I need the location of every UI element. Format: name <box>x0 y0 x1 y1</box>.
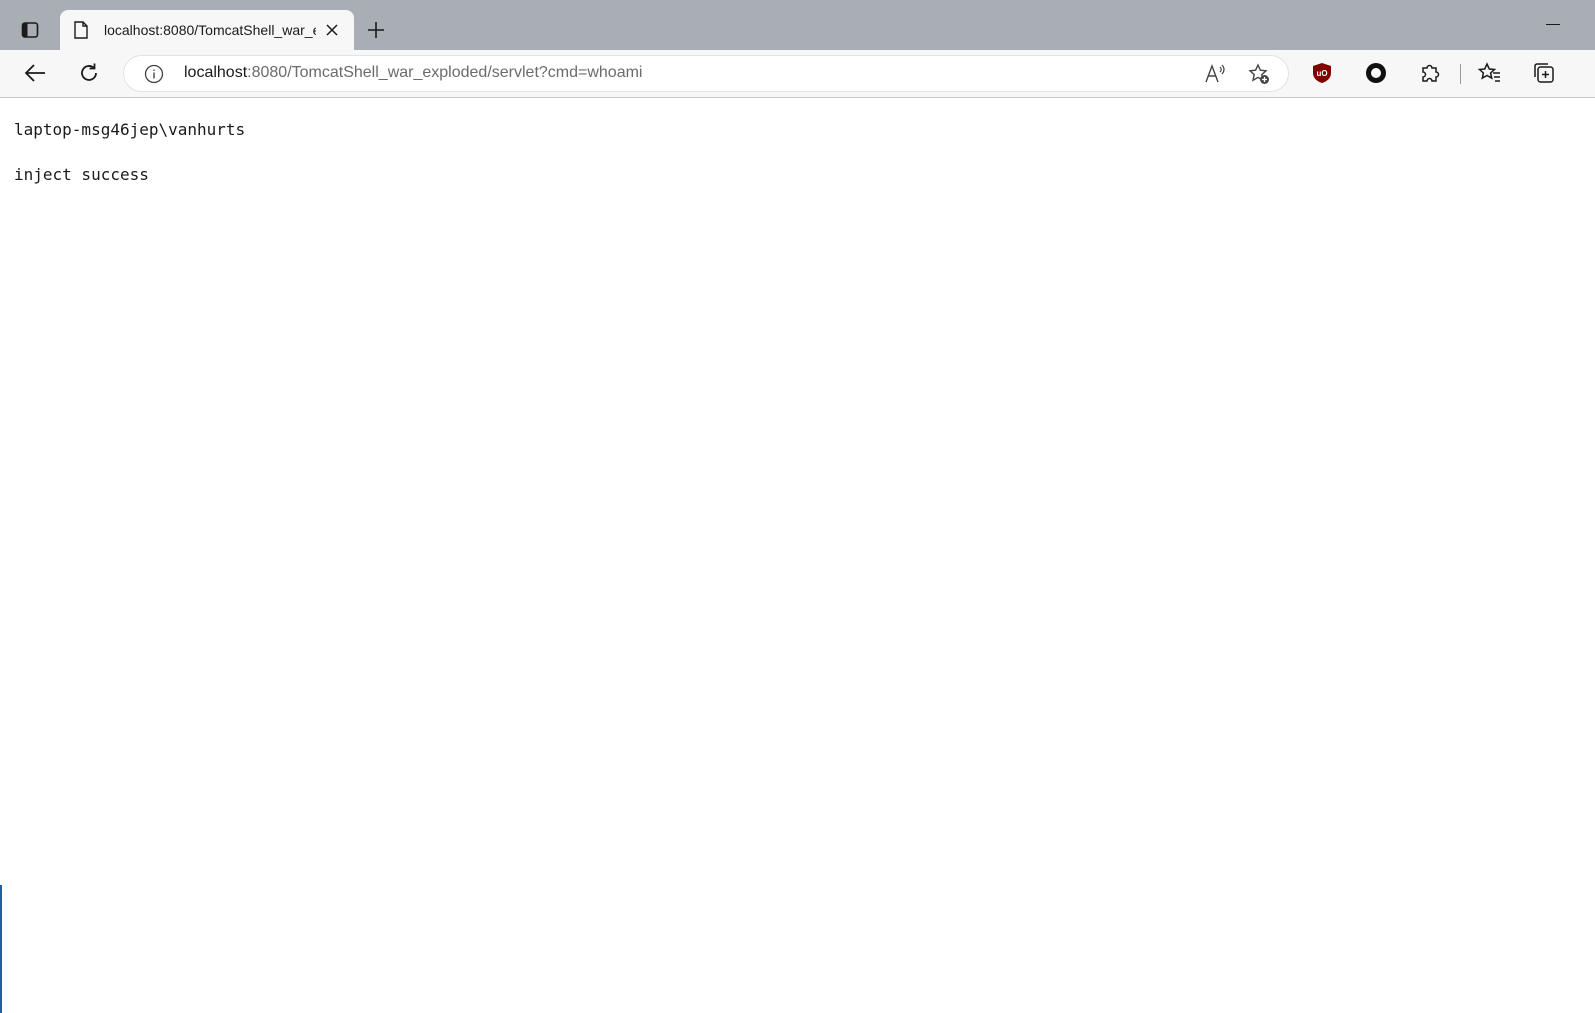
plus-icon <box>368 22 384 38</box>
page-content: laptop-msg46jep\vanhurts inject success <box>0 98 1595 1013</box>
ublock-shield-icon: uO <box>1313 63 1331 83</box>
close-icon[interactable] <box>324 22 340 38</box>
command-output-line: laptop-msg46jep\vanhurts <box>14 120 246 139</box>
page-icon <box>74 21 90 39</box>
back-button[interactable] <box>18 56 52 90</box>
tab-actions-icon <box>21 22 39 38</box>
circle-extension-icon <box>1366 63 1386 83</box>
svg-text:uO: uO <box>1316 69 1327 78</box>
address-url[interactable]: localhost:8080/TomcatShell_war_exploded/… <box>184 64 642 82</box>
address-bar[interactable]: localhost:8080/TomcatShell_war_exploded/… <box>124 56 1288 91</box>
refresh-icon <box>81 63 97 81</box>
new-tab-button[interactable] <box>362 16 390 44</box>
info-icon[interactable] <box>144 64 164 84</box>
tab-strip: localhost:8080/TomcatShell_war_exploded/… <box>0 0 1595 50</box>
ublock-extension-button[interactable]: uO <box>1305 56 1339 90</box>
window-edge-accent <box>0 885 2 1013</box>
back-arrow-icon <box>24 64 45 82</box>
browser-toolbar: localhost:8080/TomcatShell_war_exploded/… <box>0 50 1595 98</box>
circle-extension-button[interactable] <box>1359 56 1393 90</box>
favorites-button[interactable] <box>1473 56 1507 90</box>
address-path: :8080/TomcatShell_war_exploded/servlet?c… <box>247 64 643 81</box>
extensions-button[interactable] <box>1413 56 1447 90</box>
address-host: localhost <box>184 64 248 81</box>
inject-status-line: inject success <box>14 165 149 184</box>
refresh-button[interactable] <box>72 56 106 90</box>
read-aloud-icon[interactable] <box>1204 63 1226 85</box>
tab-actions-button[interactable] <box>14 14 46 46</box>
toolbar-divider <box>1460 64 1461 84</box>
minimize-button[interactable] <box>1546 24 1560 25</box>
active-tab[interactable]: localhost:8080/TomcatShell_war_exploded/… <box>60 10 354 50</box>
favorites-icon <box>1478 62 1500 82</box>
collections-icon <box>1534 63 1554 83</box>
add-favorite-icon[interactable] <box>1248 63 1270 85</box>
collections-button[interactable] <box>1527 56 1561 90</box>
puzzle-icon <box>1422 64 1440 82</box>
tab-title: localhost:8080/TomcatShell_war_exploded/… <box>104 22 316 38</box>
